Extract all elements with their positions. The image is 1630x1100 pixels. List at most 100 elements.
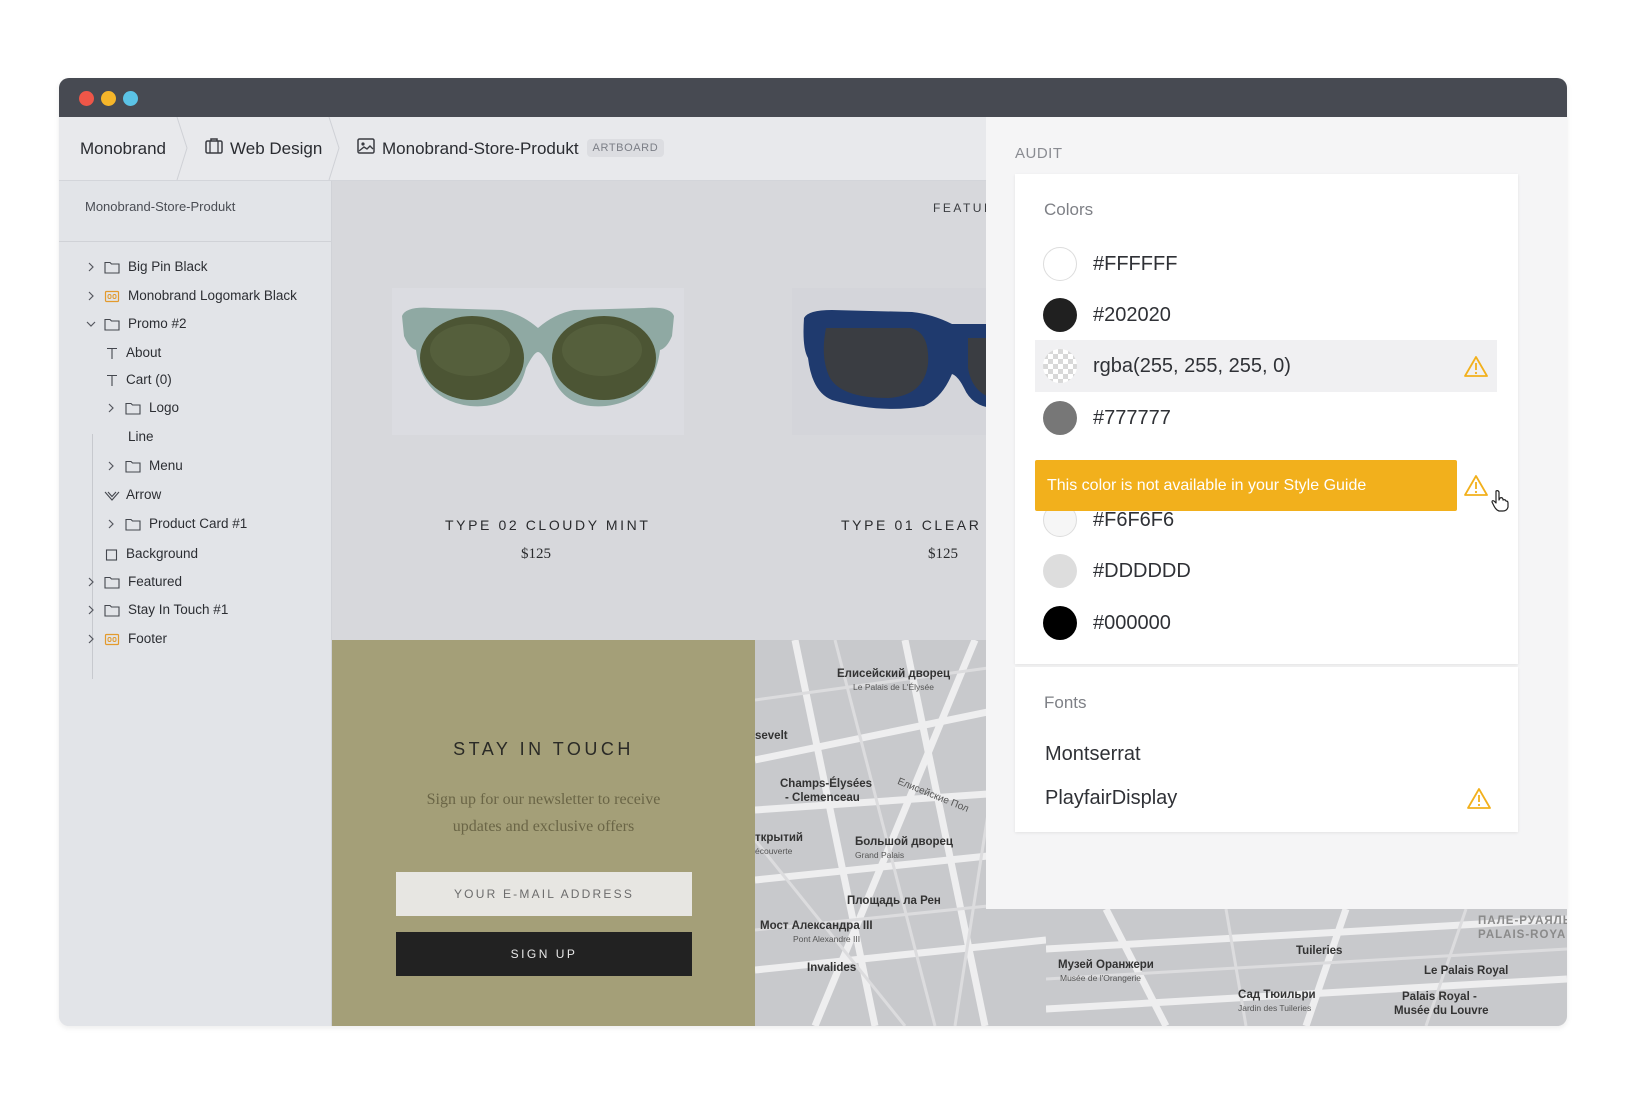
- folder-icon: [104, 599, 120, 621]
- minimize-window-button[interactable]: [101, 91, 116, 106]
- folder-icon: [125, 397, 141, 419]
- map-label: Le Palais Royal: [1424, 965, 1509, 977]
- layer-label: Big Pin Black: [128, 259, 208, 274]
- folder-icon: [125, 513, 141, 535]
- chevron-right-icon[interactable]: [85, 599, 97, 621]
- color-value: #777777: [1093, 407, 1171, 429]
- breadcrumb-item-artboard[interactable]: Monobrand-Store-Produkt ARTBOARD: [357, 117, 665, 180]
- close-window-button[interactable]: [79, 91, 94, 106]
- chevron-right-icon[interactable]: [85, 285, 97, 307]
- layer-label: Monobrand Logomark Black: [128, 288, 297, 303]
- artboard-canvas[interactable]: FEATUR TYPE 02 CLOUDY MINT $125 TYPE 01 …: [332, 181, 1046, 1026]
- chevron-right-icon[interactable]: [85, 571, 97, 593]
- map-label: Большой дворец: [855, 836, 953, 848]
- color-item[interactable]: rgba(255, 255, 255, 0): [1035, 340, 1497, 392]
- layer-label: Footer: [128, 631, 168, 646]
- chevron-right-icon[interactable]: [105, 513, 117, 535]
- product-name: TYPE 02 CLOUDY MINT: [445, 517, 651, 533]
- breadcrumb-item-monobrand[interactable]: Monobrand: [80, 117, 166, 180]
- color-value: rgba(255, 255, 255, 0): [1093, 355, 1291, 377]
- product-price: $125: [928, 546, 958, 562]
- divider: [59, 241, 331, 242]
- color-item[interactable]: #000000: [1035, 597, 1497, 649]
- symbol-icon: [104, 285, 120, 307]
- product-price: $125: [521, 546, 551, 562]
- color-item[interactable]: #FFFFFF: [1035, 238, 1497, 290]
- newsletter-subtitle-line: updates and exclusive offers: [452, 818, 635, 835]
- color-swatch: [1043, 349, 1077, 383]
- layer-label: Line: [128, 429, 154, 444]
- email-field[interactable]: YOUR E-MAIL ADDRESS: [396, 872, 692, 916]
- product-image-cloudy-mint[interactable]: [392, 288, 684, 435]
- hand-cursor-icon: [1491, 490, 1509, 512]
- newsletter-title: STAY IN TOUCH: [453, 739, 634, 759]
- warning-icon[interactable]: [1467, 787, 1491, 809]
- map-label: Musée du Louvre: [1394, 1005, 1489, 1017]
- color-item[interactable]: #777777: [1035, 392, 1497, 444]
- color-swatch: [1043, 401, 1077, 435]
- sunglasses-mint-image: [402, 307, 674, 407]
- map-label: Елисейский дворец: [837, 668, 951, 680]
- newsletter-subtitle: Sign up for our newsletter to receive up…: [392, 786, 695, 840]
- layer-label: About: [126, 345, 162, 360]
- sign-up-button[interactable]: SIGN UP: [396, 932, 692, 976]
- color-value: #000000: [1093, 612, 1171, 634]
- map-label: Tuileries: [1296, 945, 1343, 957]
- folder-icon: [104, 571, 120, 593]
- map-label: - Clemenceau: [785, 792, 860, 804]
- warning-icon[interactable]: [1464, 474, 1488, 496]
- map-label: Palais Royal -: [1402, 991, 1477, 1003]
- warning-icon[interactable]: [1464, 355, 1488, 377]
- map-label: Мост Александра III: [760, 920, 873, 932]
- shape-icon: [104, 484, 120, 506]
- layers-panel-title: Monobrand-Store-Produkt: [85, 199, 236, 214]
- briefcase-icon: [205, 117, 223, 180]
- chevron-down-icon[interactable]: [85, 313, 97, 335]
- layer-label: Featured: [128, 574, 183, 589]
- fonts-section-title: Fonts: [1044, 693, 1087, 712]
- chevron-right-icon[interactable]: [105, 455, 117, 477]
- artboard-badge: ARTBOARD: [586, 139, 665, 158]
- color-item[interactable]: #DDDDDD: [1035, 545, 1497, 597]
- rect-icon: [104, 543, 120, 565]
- folder-icon: [104, 313, 120, 335]
- folder-icon: [125, 455, 141, 477]
- layer-label: Arrow: [126, 487, 162, 502]
- map-label: sevelt: [755, 730, 788, 742]
- color-swatch: [1043, 247, 1077, 281]
- fonts-card: Fonts Montserrat PlayfairDisplay: [1015, 667, 1518, 832]
- map-label: ткрытий: [755, 832, 804, 844]
- map-label: Площадь ла Рен: [847, 895, 941, 907]
- map-label: écouverte: [755, 846, 793, 856]
- color-swatch: [1043, 298, 1077, 332]
- text-icon: [104, 342, 120, 364]
- breadcrumb-label: Web Design: [230, 139, 323, 158]
- breadcrumb: Monobrand Web Design Monobrand-Store-Pro…: [59, 117, 986, 181]
- title-bar: [59, 78, 1567, 117]
- map-label: ПАЛЕ-РУАЯЛЬ: [1478, 915, 1567, 927]
- newsletter-section: STAY IN TOUCH Sign up for our newsletter…: [332, 640, 755, 1026]
- map-label: Invalides: [807, 962, 857, 974]
- colors-section-title: Colors: [1044, 200, 1094, 219]
- colors-card: Colors #FFFFFF #202020 rgba(255, 255, 255,…: [1015, 174, 1518, 664]
- color-item[interactable]: #202020: [1035, 289, 1497, 341]
- app-window: Monobrand Web Design Monobrand-Store-Pro…: [59, 78, 1567, 1026]
- chevron-right-icon[interactable]: [105, 397, 117, 419]
- layer-label: Stay In Touch #1: [128, 602, 229, 617]
- breadcrumb-item-web-design[interactable]: Web Design: [205, 117, 322, 180]
- newsletter-subtitle-line: Sign up for our newsletter to receive: [426, 791, 661, 808]
- color-swatch: [1043, 606, 1077, 640]
- font-item-montserrat[interactable]: Montserrat: [1045, 743, 1141, 766]
- font-item-playfairdisplay[interactable]: PlayfairDisplay: [1045, 787, 1177, 810]
- map-label: Musée de l'Orangerie: [1060, 973, 1141, 983]
- color-value: #202020: [1093, 304, 1171, 326]
- layer-label: Menu: [149, 458, 183, 473]
- map-label: Pont Alexandre III: [793, 934, 861, 944]
- chevron-right-icon[interactable]: [85, 256, 97, 278]
- map-label: PALAIS-ROYAL: [1478, 929, 1567, 941]
- folder-icon: [104, 256, 120, 278]
- maximize-window-button[interactable]: [123, 91, 138, 106]
- layer-label: Logo: [149, 400, 180, 415]
- chevron-right-icon[interactable]: [85, 628, 97, 650]
- map-label: Grand Palais: [855, 850, 905, 860]
